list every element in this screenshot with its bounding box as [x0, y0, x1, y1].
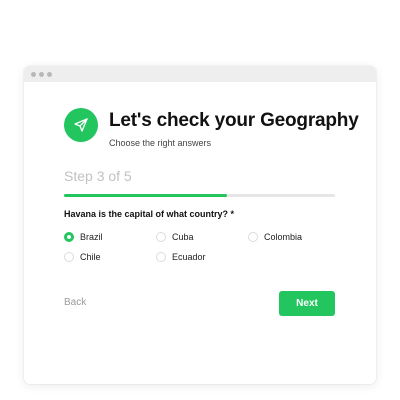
page-subtitle: Choose the right answers [109, 138, 212, 148]
option-ecuador[interactable]: Ecuador [156, 252, 206, 262]
radio-button[interactable] [156, 232, 166, 242]
radio-button[interactable] [64, 252, 74, 262]
window-dot-icon [39, 71, 44, 77]
option-colombia[interactable]: Colombia [248, 232, 302, 242]
back-button[interactable]: Back [64, 297, 86, 308]
option-brazil[interactable]: Brazil [64, 232, 103, 242]
answer-options: Brazil Cuba Colombia Chile Ecuador [64, 232, 364, 272]
paper-plane-icon [64, 108, 98, 142]
window-titlebar [24, 66, 376, 82]
progress-bar [64, 194, 335, 197]
question-text: Havana is the capital of what country? * [64, 209, 235, 219]
option-label: Colombia [264, 232, 303, 242]
step-indicator: Step 3 of 5 [64, 168, 132, 184]
option-label: Brazil [80, 232, 103, 242]
header-titles: Let's check your Geography Choose the ri… [109, 110, 359, 148]
radio-button[interactable] [156, 252, 166, 262]
window-dot-icon [31, 71, 36, 77]
option-label: Cuba [172, 232, 194, 242]
option-label: Ecuador [172, 252, 206, 262]
quiz-window: Let's check your Geography Choose the ri… [24, 66, 376, 384]
progress-bar-fill [64, 194, 227, 197]
option-chile[interactable]: Chile [64, 252, 101, 262]
quiz-header: Let's check your Geography Choose the ri… [64, 108, 359, 148]
radio-button[interactable] [64, 232, 74, 242]
window-dot-icon [47, 71, 52, 77]
option-label: Chile [80, 252, 101, 262]
radio-button[interactable] [248, 232, 258, 242]
next-button[interactable]: Next [279, 291, 335, 316]
page-title: Let's check your Geography [109, 110, 359, 131]
option-cuba[interactable]: Cuba [156, 232, 194, 242]
